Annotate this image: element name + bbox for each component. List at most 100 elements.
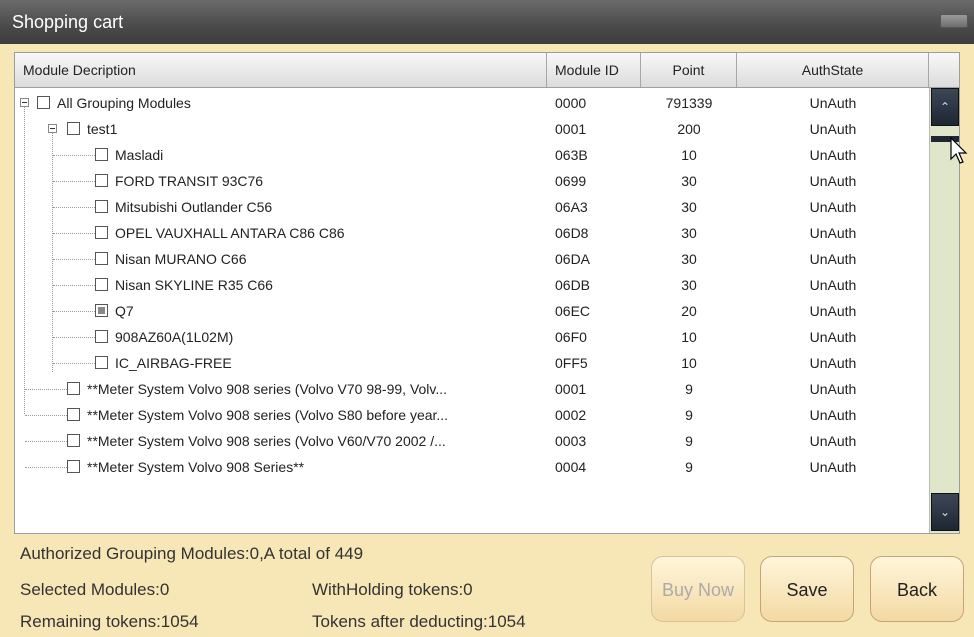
cell-module-id: 0000 (555, 95, 587, 111)
table-row[interactable]: **Meter System Volvo 908 series (Volvo S… (15, 402, 929, 428)
cell-auth-state: UnAuth (809, 433, 857, 449)
tree-branch-line (53, 233, 95, 234)
cell-module-id: 0001 (555, 381, 587, 397)
cell-auth-state: UnAuth (809, 277, 857, 293)
tree-branch-line (25, 467, 67, 468)
cell-module-id: 0003 (555, 433, 587, 449)
tree-branch-line (53, 207, 95, 208)
cell-point: 200 (677, 121, 701, 137)
row-checkbox[interactable] (95, 200, 108, 213)
cell-description: **Meter System Volvo 908 series (Volvo S… (87, 407, 449, 423)
tree-branch-line (25, 389, 67, 390)
cell-auth-state: UnAuth (809, 199, 857, 215)
cell-point: 10 (681, 355, 697, 371)
column-header-module-id[interactable]: Module ID (547, 53, 641, 87)
scroll-down-button[interactable]: ⌄ (931, 493, 959, 531)
table-row[interactable]: Nisan MURANO C66 06DA 30 UnAuth (15, 246, 929, 272)
column-header-auth-state[interactable]: AuthState (737, 53, 929, 87)
row-checkbox[interactable] (67, 122, 80, 135)
cell-module-id: 0004 (555, 459, 587, 475)
cell-point: 30 (681, 173, 697, 189)
window-control-button[interactable] (940, 14, 968, 28)
row-checkbox[interactable] (67, 382, 80, 395)
table-row[interactable]: Masladi 063B 10 UnAuth (15, 142, 929, 168)
table-row[interactable]: OPEL VAUXHALL ANTARA C86 C86 06D8 30 UnAuth (15, 220, 929, 246)
table-body: All Grouping Modules 0000 791339 UnAuth test… (15, 88, 929, 533)
row-checkbox[interactable] (67, 408, 80, 421)
authorized-modules-text: Authorized Grouping Modules:0,A total of… (20, 544, 364, 563)
cell-module-id: 06A3 (555, 199, 588, 215)
cell-auth-state: UnAuth (809, 355, 857, 371)
table-row[interactable]: Q7 06EC 20 UnAuth (15, 298, 929, 324)
table-row[interactable]: test1 0001 200 UnAuth (15, 116, 929, 142)
cell-auth-state: UnAuth (809, 95, 857, 111)
row-checkbox[interactable] (95, 356, 108, 369)
collapse-toggle-icon[interactable] (20, 98, 29, 107)
window-title: Shopping cart (12, 12, 124, 32)
mouse-cursor-icon (950, 137, 968, 164)
row-checkbox[interactable] (95, 330, 108, 343)
withholding-tokens-text: WithHolding tokens:0 (312, 580, 473, 599)
tree-branch-line (53, 155, 95, 156)
back-button[interactable]: Back (870, 556, 964, 622)
cell-point: 30 (681, 277, 697, 293)
tree-branch-line (25, 441, 67, 442)
column-header-description[interactable]: Module Decription (15, 53, 547, 87)
save-button[interactable]: Save (760, 556, 854, 622)
cell-module-id: 06D8 (555, 225, 589, 241)
remaining-tokens-text: Remaining tokens:1054 (20, 612, 199, 631)
cell-module-id: 0002 (555, 407, 587, 423)
buy-now-button[interactable]: Buy Now (651, 556, 745, 622)
row-checkbox[interactable] (37, 96, 50, 109)
table-row[interactable]: Mitsubishi Outlander C56 06A3 30 UnAuth (15, 194, 929, 220)
cell-auth-state: UnAuth (809, 225, 857, 241)
cell-auth-state: UnAuth (809, 173, 857, 189)
chevron-up-icon: ⌃ (939, 100, 951, 114)
table-row[interactable]: FORD TRANSIT 93C76 0699 30 UnAuth (15, 168, 929, 194)
cell-module-id: 0FF5 (555, 355, 588, 371)
cell-module-id: 063B (555, 147, 588, 163)
cell-point: 791339 (665, 95, 713, 111)
cell-module-id: 0001 (555, 121, 587, 137)
window-titlebar: Shopping cart (0, 0, 974, 44)
cell-auth-state: UnAuth (809, 147, 857, 163)
table-row[interactable]: All Grouping Modules 0000 791339 UnAuth (15, 90, 929, 116)
row-checkbox[interactable] (95, 226, 108, 239)
tree-branch-line (53, 311, 95, 312)
column-header-point[interactable]: Point (641, 53, 737, 87)
scroll-up-button[interactable]: ⌃ (931, 88, 959, 126)
row-checkbox[interactable] (67, 434, 80, 447)
row-checkbox[interactable] (95, 148, 108, 161)
cell-description: test1 (87, 121, 118, 137)
table-row[interactable]: **Meter System Volvo 908 series (Volvo V… (15, 428, 929, 454)
tree-branch-line (53, 285, 95, 286)
cell-auth-state: UnAuth (809, 251, 857, 267)
cell-point: 9 (685, 459, 693, 475)
cell-module-id: 06EC (555, 303, 591, 319)
cell-auth-state: UnAuth (809, 303, 857, 319)
table-row[interactable]: Nisan SKYLINE R35 C66 06DB 30 UnAuth (15, 272, 929, 298)
row-checkbox[interactable] (67, 460, 80, 473)
collapse-toggle-icon[interactable] (48, 124, 57, 133)
table-row[interactable]: **Meter System Volvo 908 Series** 0004 9 Un… (15, 454, 929, 480)
cell-point: 9 (685, 381, 693, 397)
tree-branch-line (53, 363, 95, 364)
table-row[interactable]: 908AZ60A(1L02M) 06F0 10 UnAuth (15, 324, 929, 350)
cell-module-id: 0699 (555, 173, 587, 189)
row-checkbox[interactable] (95, 174, 108, 187)
table-header: Module Decription Module ID Point AuthSt… (15, 53, 959, 88)
row-checkbox[interactable] (95, 252, 108, 265)
table-row[interactable]: IC_AIRBAG-FREE 0FF5 10 UnAuth (15, 350, 929, 376)
cell-point: 10 (681, 147, 697, 163)
cell-auth-state: UnAuth (809, 381, 857, 397)
row-checkbox[interactable] (95, 304, 108, 317)
module-table: Module Decription Module ID Point AuthSt… (14, 52, 960, 534)
row-checkbox[interactable] (95, 278, 108, 291)
cell-point: 10 (681, 329, 697, 345)
cell-module-id: 06DA (555, 251, 591, 267)
cell-module-id: 06DB (555, 277, 591, 293)
cell-description: All Grouping Modules (57, 95, 191, 111)
cell-description: **Meter System Volvo 908 series (Volvo V… (87, 381, 448, 397)
table-row[interactable]: **Meter System Volvo 908 series (Volvo V… (15, 376, 929, 402)
cell-point: 9 (685, 407, 693, 423)
